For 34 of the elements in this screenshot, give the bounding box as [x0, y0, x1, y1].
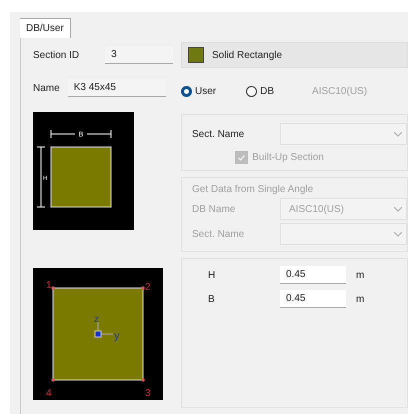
corner-label: 3: [145, 388, 151, 399]
axis-label: y: [114, 330, 120, 342]
radio-label: User: [195, 86, 216, 96]
field-label: Name: [33, 82, 60, 94]
dropdown[interactable]: [280, 123, 407, 145]
checkbox-label: Built-Up Section: [252, 152, 324, 163]
shape-dropdown[interactable]: Solid Rectangle: [181, 42, 408, 68]
group-title: Get Data from Single Angle: [192, 184, 314, 195]
caret-icon: [394, 132, 402, 136]
radio-label: DB: [260, 86, 274, 96]
field-label: Section ID: [33, 50, 80, 60]
input-field[interactable]: 0.45: [280, 290, 346, 308]
caret-icon: [394, 206, 402, 212]
corner-label: 2: [145, 282, 151, 293]
field-label: B: [207, 294, 216, 304]
dropdown-value: AISC10(US): [289, 204, 344, 214]
axis-label: z: [94, 314, 99, 325]
tab[interactable]: DB/User: [20, 18, 71, 38]
input-field[interactable]: K3 45x45: [68, 79, 166, 97]
db-value: AISC10(US): [312, 86, 368, 96]
rectangle-swatch-icon: [188, 47, 204, 63]
field-label: Sect. Name: [192, 228, 246, 240]
caret-icon: [394, 232, 402, 236]
field-label: Sect. Name: [192, 128, 246, 140]
field-label: DB Name: [192, 204, 236, 214]
input-field[interactable]: 0.45: [280, 266, 346, 284]
input-field[interactable]: 3: [105, 46, 174, 64]
dropdown-value: Solid Rectangle: [212, 50, 282, 60]
corner-label: 4: [46, 388, 52, 399]
checkmark-icon: [238, 154, 246, 160]
field-label: H: [207, 270, 216, 280]
unit-label: m: [356, 294, 364, 304]
unit-label: m: [356, 270, 364, 280]
corner-label: 1: [46, 280, 52, 291]
